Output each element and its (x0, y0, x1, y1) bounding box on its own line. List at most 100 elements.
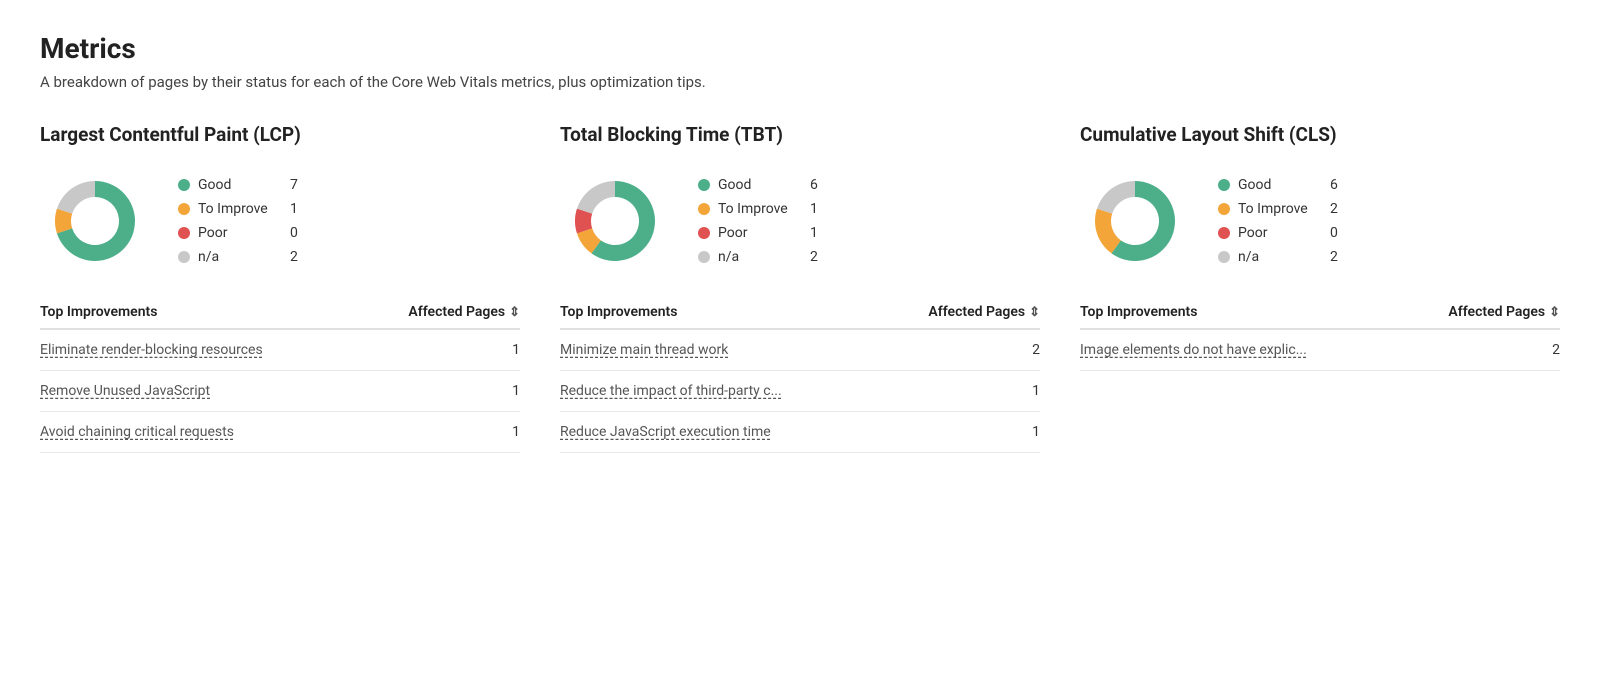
row-label-tbt-1[interactable]: Reduce the impact of third-party c... (560, 383, 1020, 399)
legend-label-tbt-2: Poor (718, 225, 798, 241)
th-improvements-lcp: Top Improvements (40, 304, 408, 320)
th-affected-cls[interactable]: Affected Pages ⇕ (1448, 304, 1560, 320)
legend-dot-lcp-1 (178, 203, 190, 215)
table-row-tbt-1: Reduce the impact of third-party c...1 (560, 371, 1040, 412)
table-row-lcp-0: Eliminate render-blocking resources1 (40, 330, 520, 371)
legend-item-lcp-1: To Improve 1 (178, 201, 298, 217)
page-subtitle: A breakdown of pages by their status for… (40, 73, 1560, 91)
legend-item-lcp-0: Good 7 (178, 177, 298, 193)
th-affected-tbt[interactable]: Affected Pages ⇕ (928, 304, 1040, 320)
row-label-lcp-0[interactable]: Eliminate render-blocking resources (40, 342, 500, 358)
metric-title-cls: Cumulative Layout Shift (CLS) (1080, 123, 1560, 146)
page-title: Metrics (40, 32, 1560, 65)
legend-count-tbt-3: 2 (810, 249, 818, 265)
legend-item-tbt-2: Poor 1 (698, 225, 818, 241)
legend-dot-cls-3 (1218, 251, 1230, 263)
legend-dot-lcp-3 (178, 251, 190, 263)
legend-dot-cls-1 (1218, 203, 1230, 215)
legend-label-tbt-1: To Improve (718, 201, 798, 217)
legend-item-cls-3: n/a 2 (1218, 249, 1338, 265)
legend-label-cls-2: Poor (1238, 225, 1318, 241)
legend-label-tbt-3: n/a (718, 249, 798, 265)
legend-count-tbt-2: 1 (810, 225, 818, 241)
th-improvements-cls: Top Improvements (1080, 304, 1448, 320)
legend-count-tbt-0: 6 (810, 177, 818, 193)
legend-count-lcp-3: 2 (290, 249, 298, 265)
sort-icon-lcp: ⇕ (509, 305, 520, 320)
donut-container-cls (1080, 166, 1190, 276)
legend-label-cls-0: Good (1238, 177, 1318, 193)
metrics-grid: Largest Contentful Paint (LCP) Good 7 To Im… (40, 123, 1560, 453)
donut-chart (40, 166, 150, 276)
legend-item-cls-2: Poor 0 (1218, 225, 1338, 241)
donut-legend-row-tbt: Good 6 To Improve 1 Poor 1 n/a 2 (560, 166, 1040, 276)
legend-dot-cls-2 (1218, 227, 1230, 239)
legend-tbt: Good 6 To Improve 1 Poor 1 n/a 2 (698, 177, 818, 265)
table-header-cls: Top ImprovementsAffected Pages ⇕ (1080, 304, 1560, 330)
legend-label-cls-3: n/a (1238, 249, 1318, 265)
metric-panel-lcp: Largest Contentful Paint (LCP) Good 7 To Im… (40, 123, 520, 453)
legend-label-lcp-2: Poor (198, 225, 278, 241)
legend-count-cls-2: 0 (1330, 225, 1338, 241)
donut-container-tbt (560, 166, 670, 276)
row-count-cls-0: 2 (1540, 342, 1560, 358)
legend-count-cls-1: 2 (1330, 201, 1338, 217)
legend-dot-lcp-2 (178, 227, 190, 239)
row-label-lcp-1[interactable]: Remove Unused JavaScript (40, 383, 500, 399)
row-label-cls-0[interactable]: Image elements do not have explic... (1080, 342, 1540, 358)
row-count-lcp-1: 1 (500, 383, 520, 399)
donut-chart (560, 166, 670, 276)
row-count-tbt-0: 2 (1020, 342, 1040, 358)
table-row-lcp-2: Avoid chaining critical requests1 (40, 412, 520, 453)
legend-dot-tbt-2 (698, 227, 710, 239)
metric-title-tbt: Total Blocking Time (TBT) (560, 123, 1040, 146)
row-count-lcp-2: 1 (500, 424, 520, 440)
legend-label-tbt-0: Good (718, 177, 798, 193)
legend-dot-lcp-0 (178, 179, 190, 191)
legend-dot-tbt-0 (698, 179, 710, 191)
legend-cls: Good 6 To Improve 2 Poor 0 n/a 2 (1218, 177, 1338, 265)
legend-label-cls-1: To Improve (1238, 201, 1318, 217)
row-count-tbt-2: 1 (1020, 424, 1040, 440)
sort-icon-cls: ⇕ (1549, 305, 1560, 320)
legend-label-lcp-0: Good (198, 177, 278, 193)
row-count-lcp-0: 1 (500, 342, 520, 358)
legend-count-lcp-0: 7 (290, 177, 298, 193)
table-header-tbt: Top ImprovementsAffected Pages ⇕ (560, 304, 1040, 330)
table-row-lcp-1: Remove Unused JavaScript1 (40, 371, 520, 412)
th-improvements-tbt: Top Improvements (560, 304, 928, 320)
legend-item-lcp-3: n/a 2 (178, 249, 298, 265)
donut-legend-row-cls: Good 6 To Improve 2 Poor 0 n/a 2 (1080, 166, 1560, 276)
legend-count-cls-3: 2 (1330, 249, 1338, 265)
sort-icon-tbt: ⇕ (1029, 305, 1040, 320)
row-label-tbt-2[interactable]: Reduce JavaScript execution time (560, 424, 1020, 440)
donut-legend-row-lcp: Good 7 To Improve 1 Poor 0 n/a 2 (40, 166, 520, 276)
legend-count-tbt-1: 1 (810, 201, 818, 217)
metric-panel-tbt: Total Blocking Time (TBT) Good 6 To Improve… (560, 123, 1040, 453)
legend-dot-tbt-1 (698, 203, 710, 215)
row-label-lcp-2[interactable]: Avoid chaining critical requests (40, 424, 500, 440)
legend-item-lcp-2: Poor 0 (178, 225, 298, 241)
th-affected-lcp[interactable]: Affected Pages ⇕ (408, 304, 520, 320)
legend-item-tbt-3: n/a 2 (698, 249, 818, 265)
table-row-tbt-0: Minimize main thread work2 (560, 330, 1040, 371)
table-row-tbt-2: Reduce JavaScript execution time1 (560, 412, 1040, 453)
donut-container-lcp (40, 166, 150, 276)
row-label-tbt-0[interactable]: Minimize main thread work (560, 342, 1020, 358)
table-row-cls-0: Image elements do not have explic...2 (1080, 330, 1560, 371)
legend-label-lcp-1: To Improve (198, 201, 278, 217)
row-count-tbt-1: 1 (1020, 383, 1040, 399)
legend-item-cls-1: To Improve 2 (1218, 201, 1338, 217)
legend-count-lcp-2: 0 (290, 225, 298, 241)
table-header-lcp: Top ImprovementsAffected Pages ⇕ (40, 304, 520, 330)
metric-title-lcp: Largest Contentful Paint (LCP) (40, 123, 520, 146)
legend-item-cls-0: Good 6 (1218, 177, 1338, 193)
donut-chart (1080, 166, 1190, 276)
legend-label-lcp-3: n/a (198, 249, 278, 265)
legend-count-cls-0: 6 (1330, 177, 1338, 193)
legend-dot-cls-0 (1218, 179, 1230, 191)
legend-item-tbt-1: To Improve 1 (698, 201, 818, 217)
legend-count-lcp-1: 1 (290, 201, 298, 217)
legend-dot-tbt-3 (698, 251, 710, 263)
legend-lcp: Good 7 To Improve 1 Poor 0 n/a 2 (178, 177, 298, 265)
